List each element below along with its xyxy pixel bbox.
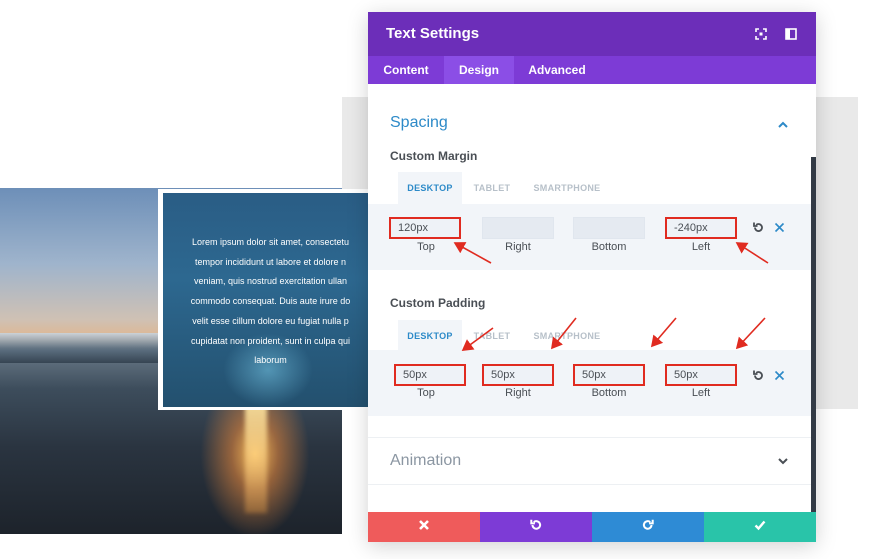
close-icon (418, 518, 430, 536)
modal-body: Spacing Custom Margin DESKTOP TABLET SMA… (368, 84, 816, 512)
text-settings-modal: Text Settings Content Design Advanced Sp… (368, 12, 816, 542)
padding-fields-row: 50px Top 50px Right 50px Bottom 50px Lef… (368, 350, 811, 416)
discard-button[interactable] (368, 512, 480, 542)
tab-desktop[interactable]: DESKTOP (398, 320, 462, 352)
padding-right-input[interactable]: 50px (482, 364, 554, 386)
spacing-section-title[interactable]: Spacing (390, 114, 448, 132)
text-line: laborum (254, 355, 287, 366)
redo-button[interactable] (592, 512, 704, 542)
text-module[interactable]: Lorem ipsum dolor sit amet, consectetu t… (163, 193, 368, 407)
margin-right-label: Right (505, 241, 531, 253)
text-line: veniam, quis nostrud exercitation ullan (193, 276, 348, 287)
section-divider (368, 437, 811, 438)
tab-design[interactable]: Design (444, 56, 514, 84)
margin-top-label: Top (417, 241, 435, 253)
margin-left-label: Left (691, 241, 711, 253)
chevron-up-icon[interactable] (776, 118, 790, 132)
custom-margin-label: Custom Margin (390, 149, 478, 163)
text-line: commodo consequat. Duis aute irure do (190, 296, 351, 307)
padding-right-label: Right (505, 387, 531, 399)
padding-top-input[interactable]: 50px (394, 364, 466, 386)
close-icon[interactable] (773, 221, 786, 234)
margin-fields-row: 120px Top Right Bottom -240px Left (368, 204, 811, 270)
text-line: velit esse cillum dolore eu fugiat nulla… (192, 315, 349, 326)
close-icon[interactable] (773, 369, 786, 382)
tab-tablet[interactable]: TABLET (462, 320, 522, 352)
margin-bottom-label: Bottom (591, 241, 627, 253)
padding-bottom-input[interactable]: 50px (573, 364, 645, 386)
undo-button[interactable] (480, 512, 592, 542)
custom-padding-label: Custom Padding (390, 296, 486, 310)
modal-title: Text Settings (386, 25, 480, 42)
padding-left-label: Left (691, 387, 711, 399)
reset-icon[interactable] (752, 369, 765, 382)
tab-smartphone[interactable]: SMARTPHONE (522, 320, 612, 352)
text-line: cupidatat non proident, sunt in culpa qu… (190, 335, 351, 346)
chevron-down-icon[interactable] (776, 454, 790, 468)
save-button[interactable] (704, 512, 816, 542)
margin-right-input[interactable] (482, 217, 554, 239)
animation-section-title[interactable]: Animation (390, 452, 461, 470)
tab-tablet[interactable]: TABLET (462, 172, 522, 204)
modal-header[interactable]: Text Settings (368, 12, 816, 56)
margin-left-input[interactable]: -240px (665, 217, 737, 239)
text-line: Lorem ipsum dolor sit amet, consectetu (191, 237, 350, 247)
reset-icon[interactable] (752, 221, 765, 234)
margin-bottom-input[interactable] (573, 217, 645, 239)
modal-tabs: Content Design Advanced (368, 56, 816, 84)
tab-content[interactable]: Content (368, 56, 444, 84)
padding-bottom-label: Bottom (591, 387, 627, 399)
undo-icon (529, 518, 543, 537)
tab-smartphone[interactable]: SMARTPHONE (522, 172, 612, 204)
padding-left-input[interactable]: 50px (665, 364, 737, 386)
redo-icon (641, 518, 655, 537)
modal-footer (368, 512, 816, 542)
scrollbar[interactable] (811, 157, 816, 512)
stage: Lorem ipsum dolor sit amet, consectetu t… (0, 0, 880, 559)
padding-top-label: Top (417, 387, 435, 399)
tab-desktop[interactable]: DESKTOP (398, 172, 462, 204)
section-divider (368, 484, 811, 485)
expand-icon[interactable] (753, 26, 769, 42)
margin-top-input[interactable]: 120px (389, 217, 461, 239)
sidebar-toggle-icon[interactable] (783, 26, 799, 42)
check-icon (753, 518, 767, 537)
text-module-content: Lorem ipsum dolor sit amet, consectetu t… (163, 233, 368, 371)
tab-advanced[interactable]: Advanced (514, 56, 600, 84)
text-line: tempor incididunt ut labore et dolore n (194, 256, 347, 267)
